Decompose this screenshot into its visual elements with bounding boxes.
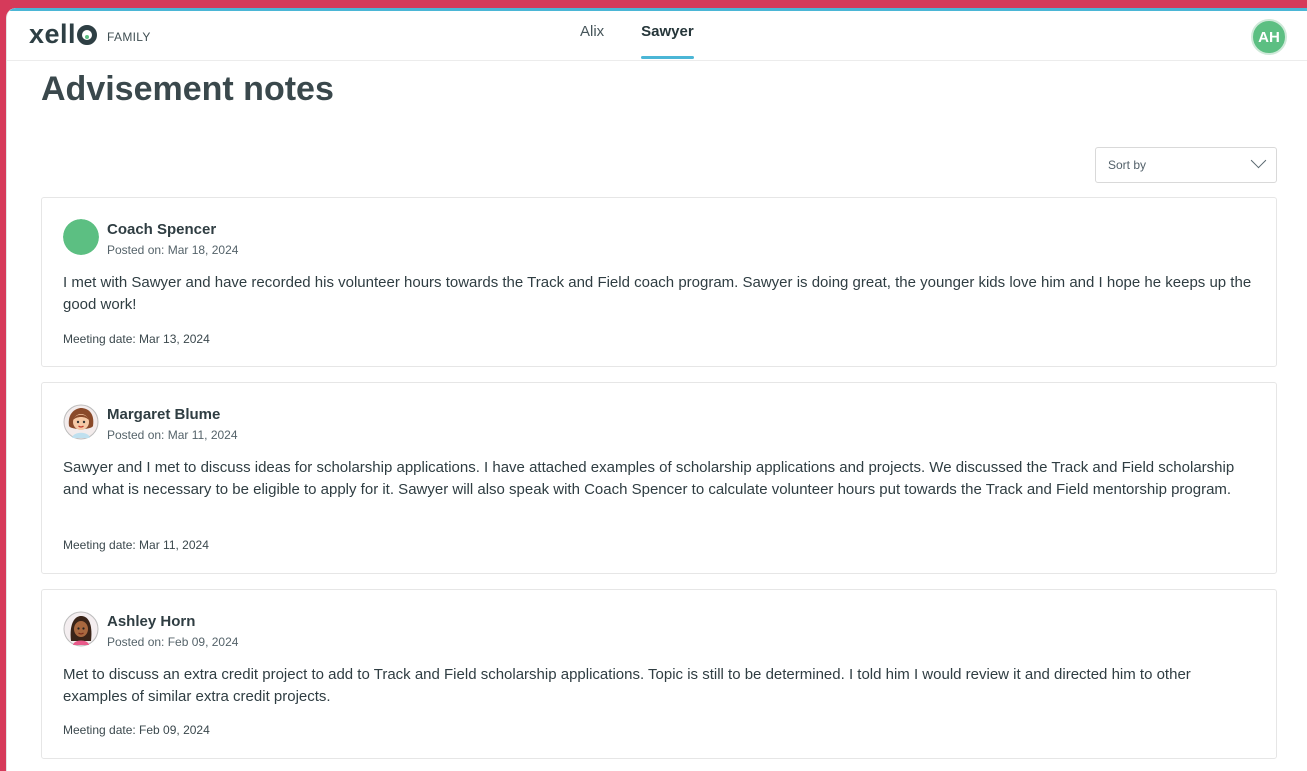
note-body: Met to discuss an extra credit project t… [63, 666, 1191, 705]
avatar-circle-icon [63, 219, 99, 255]
logo-family-label: FAMILY [107, 29, 151, 44]
sort-label: Sort by [1108, 158, 1147, 172]
author-name: Coach Spencer [107, 221, 217, 238]
app-window: xell FAMILY Alix Sawyer AH Advisement no… [6, 8, 1307, 771]
author-name: Ashley Horn [107, 613, 196, 630]
author-avatar [63, 219, 99, 255]
person-avatar-icon [63, 404, 99, 440]
note-card: Coach Spencer Posted on: Mar 18, 2024 I … [41, 197, 1277, 367]
logo-o-icon [77, 24, 98, 45]
tab-sawyer[interactable]: Sawyer [641, 11, 694, 61]
xello-logo[interactable]: xell FAMILY [29, 21, 151, 48]
posted-date: Posted on: Mar 18, 2024 [107, 243, 239, 257]
author-avatar [63, 404, 99, 440]
person-avatar-icon [63, 611, 99, 647]
author-avatar [63, 611, 99, 647]
note-card: Margaret Blume Posted on: Mar 11, 2024 S… [41, 382, 1277, 574]
note-card: Ashley Horn Posted on: Feb 09, 2024 Met … [41, 589, 1277, 759]
top-navigation-bar: xell FAMILY Alix Sawyer AH [7, 11, 1307, 61]
note-body: I met with Sawyer and have recorded his … [63, 274, 1252, 313]
author-name: Margaret Blume [107, 406, 221, 423]
logo-wordmark: xell [29, 21, 98, 48]
meeting-date: Meeting date: Feb 09, 2024 [63, 723, 210, 737]
user-avatar[interactable]: AH [1251, 19, 1287, 55]
tab-alix[interactable]: Alix [580, 11, 604, 61]
chevron-down-icon [1250, 152, 1267, 169]
page-title: Advisement notes [41, 70, 334, 108]
posted-date: Posted on: Feb 09, 2024 [107, 635, 239, 649]
meeting-date: Meeting date: Mar 11, 2024 [63, 538, 209, 552]
sort-dropdown[interactable]: Sort by [1095, 147, 1277, 183]
meeting-date: Meeting date: Mar 13, 2024 [63, 332, 210, 346]
posted-date: Posted on: Mar 11, 2024 [107, 428, 238, 442]
note-body: Sawyer and I met to discuss ideas for sc… [63, 459, 1235, 498]
student-tabs: Alix Sawyer [580, 11, 731, 61]
